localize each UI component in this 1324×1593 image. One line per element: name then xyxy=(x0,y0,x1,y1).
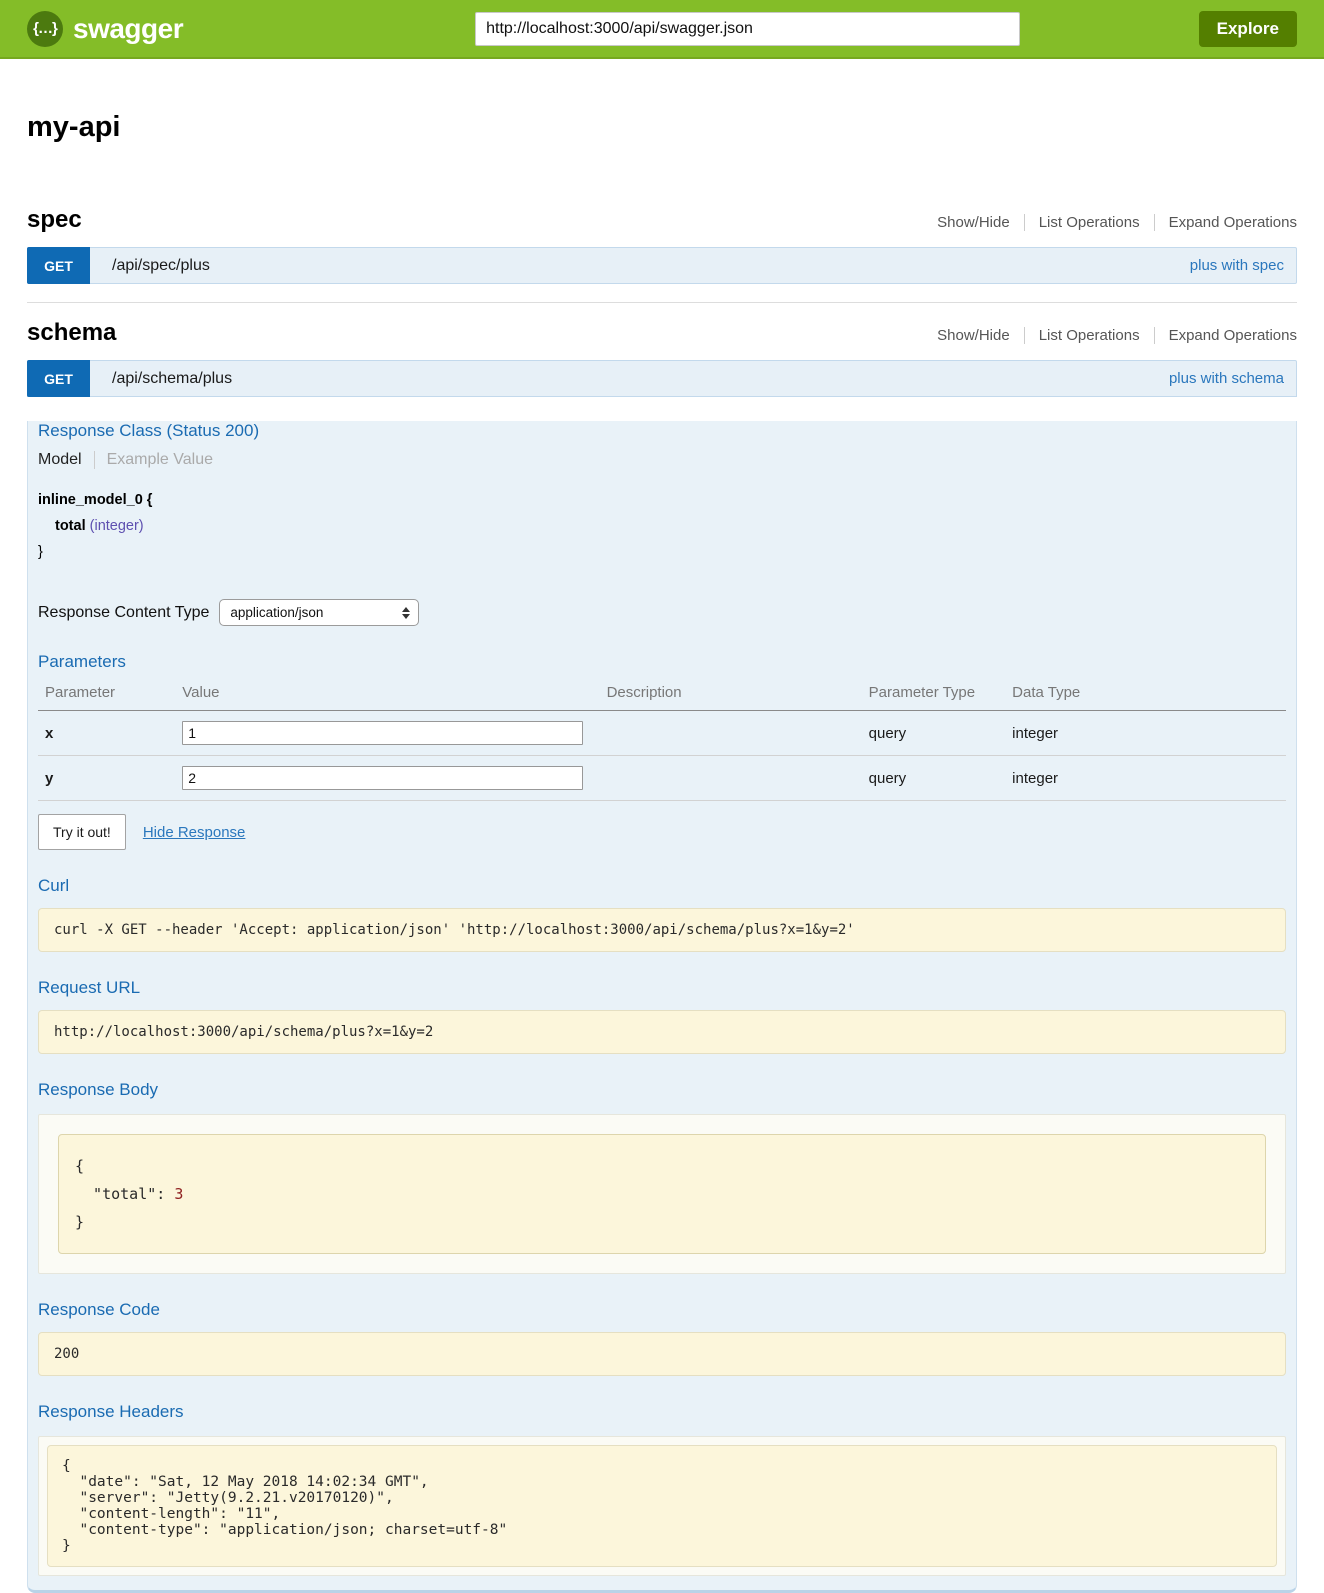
endpoint-summary-link[interactable]: plus with spec xyxy=(1190,257,1284,274)
param-y-value-input[interactable] xyxy=(182,766,583,790)
model-open-line: inline_model_0 { xyxy=(38,487,1286,513)
list-operations-link[interactable]: List Operations xyxy=(1024,214,1154,231)
param-data-type: integer xyxy=(1005,711,1286,756)
section-head-spec: spec Show/Hide List Operations Expand Op… xyxy=(27,206,1297,234)
param-name: y xyxy=(38,756,175,801)
json-close-brace: } xyxy=(75,1208,1249,1236)
operation-panel: Response Class (Status 200) Model Exampl… xyxy=(27,421,1297,1593)
endpoint-row-spec-plus[interactable]: GET /api/spec/plus plus with spec xyxy=(27,247,1297,284)
model-property-name: total xyxy=(55,518,86,534)
col-header-value: Value xyxy=(175,684,599,711)
param-description xyxy=(600,711,862,756)
table-row-param-x: x query integer xyxy=(38,711,1286,756)
request-url-heading: Request URL xyxy=(38,978,1286,998)
http-method-badge: GET xyxy=(27,247,90,284)
http-method-badge: GET xyxy=(27,360,90,397)
col-header-description: Description xyxy=(600,684,862,711)
expand-operations-link[interactable]: Expand Operations xyxy=(1154,327,1297,344)
tab-model[interactable]: Model xyxy=(38,451,95,469)
explore-button[interactable]: Explore xyxy=(1199,11,1297,47)
page-title: my-api xyxy=(27,111,1297,144)
section-title-spec[interactable]: spec xyxy=(27,206,82,234)
model-close-line: } xyxy=(38,539,1286,565)
api-url-input[interactable] xyxy=(475,12,1020,46)
section-divider xyxy=(27,302,1297,303)
col-header-parameter-type: Parameter Type xyxy=(862,684,1006,711)
swagger-logo-icon: {…} xyxy=(27,11,63,47)
response-body-heading: Response Body xyxy=(38,1080,1286,1100)
param-description xyxy=(600,756,862,801)
response-class-heading: Response Class (Status 200) xyxy=(38,421,1286,441)
response-headers-block: { "date": "Sat, 12 May 2018 14:02:34 GMT… xyxy=(47,1445,1277,1567)
col-header-parameter: Parameter xyxy=(38,684,175,711)
endpoint-path-link[interactable]: /api/schema/plus xyxy=(112,370,1169,388)
json-total-line: "total": 3 xyxy=(75,1180,1249,1208)
endpoint-summary-link[interactable]: plus with schema xyxy=(1169,370,1284,387)
parameters-table: Parameter Value Description Parameter Ty… xyxy=(38,684,1286,801)
col-header-data-type: Data Type xyxy=(1005,684,1286,711)
json-number-value: 3 xyxy=(174,1185,183,1203)
parameters-heading: Parameters xyxy=(38,652,1286,672)
swagger-brand-link[interactable]: {…} swagger xyxy=(27,11,183,47)
show-hide-link[interactable]: Show/Hide xyxy=(923,214,1024,231)
request-url-block: http://localhost:3000/api/schema/plus?x=… xyxy=(38,1010,1286,1054)
response-content-type-value: application/json xyxy=(230,605,402,620)
section-title-schema[interactable]: schema xyxy=(27,319,116,347)
list-operations-link[interactable]: List Operations xyxy=(1024,327,1154,344)
header-bar: {…} swagger Explore xyxy=(0,0,1324,59)
endpoint-path-link[interactable]: /api/spec/plus xyxy=(112,257,1190,275)
param-type: query xyxy=(862,711,1006,756)
section-head-schema: schema Show/Hide List Operations Expand … xyxy=(27,319,1297,347)
response-content-type-row: Response Content Type application/json xyxy=(38,599,1286,626)
param-data-type: integer xyxy=(1005,756,1286,801)
response-code-heading: Response Code xyxy=(38,1300,1286,1320)
endpoint-row-schema-plus[interactable]: GET /api/schema/plus plus with schema xyxy=(27,360,1297,397)
response-content-type-label: Response Content Type xyxy=(38,604,209,622)
actions-row: Try it out! Hide Response xyxy=(38,814,1286,850)
show-hide-link[interactable]: Show/Hide xyxy=(923,327,1024,344)
param-x-value-input[interactable] xyxy=(182,721,583,745)
param-type: query xyxy=(862,756,1006,801)
json-open-brace: { xyxy=(75,1152,1249,1180)
model-property-type: (integer) xyxy=(90,518,144,534)
brand-name: swagger xyxy=(73,13,183,45)
response-headers-wrapper: { "date": "Sat, 12 May 2018 14:02:34 GMT… xyxy=(38,1436,1286,1576)
response-body-wrapper: { "total": 3} xyxy=(38,1114,1286,1274)
tab-example-value[interactable]: Example Value xyxy=(95,451,213,469)
param-name: x xyxy=(38,711,175,756)
model-signature: inline_model_0 { total (integer) } xyxy=(38,487,1286,565)
response-code-block: 200 xyxy=(38,1332,1286,1376)
hide-response-link[interactable]: Hide Response xyxy=(143,824,246,841)
try-it-out-button[interactable]: Try it out! xyxy=(38,814,126,850)
response-headers-heading: Response Headers xyxy=(38,1402,1286,1422)
response-body-block: { "total": 3} xyxy=(58,1134,1266,1254)
expand-operations-link[interactable]: Expand Operations xyxy=(1154,214,1297,231)
model-tabs: Model Example Value xyxy=(38,451,1286,469)
curl-heading: Curl xyxy=(38,876,1286,896)
select-stepper-icon xyxy=(402,607,410,619)
table-row-param-y: y query integer xyxy=(38,756,1286,801)
curl-command-block: curl -X GET --header 'Accept: applicatio… xyxy=(38,908,1286,952)
response-content-type-select[interactable]: application/json xyxy=(219,599,419,626)
model-property-line: total (integer) xyxy=(55,513,1286,539)
